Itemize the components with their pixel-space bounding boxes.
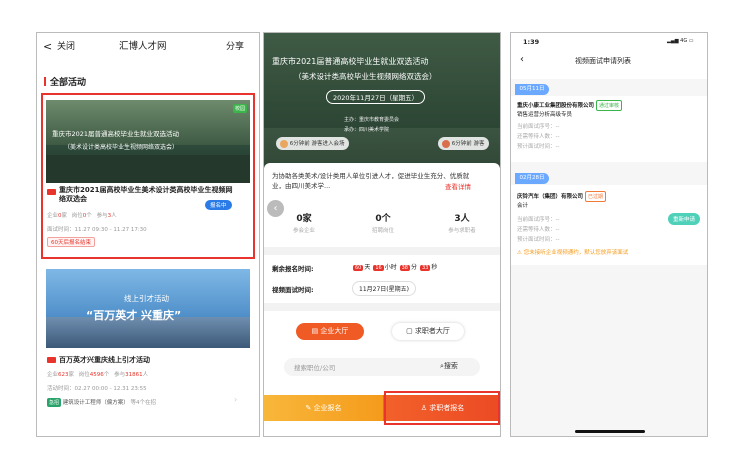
- event-detail-screen: 重庆市2021届普通高校毕业生就业双选活动 （美术设计类高校毕业生视频网络双选会…: [263, 32, 501, 437]
- briefcase-icon: ▢: [406, 327, 413, 335]
- section-title: 全部活动: [50, 78, 87, 88]
- stat-seekers-label: 参与求职者: [448, 228, 476, 234]
- event2-banner-line1: 线上引才活动: [124, 294, 169, 303]
- event1-banner[interactable]: 校园 重庆市2021届普通高校毕业生就业双选活动 （美术设计类高校毕业生视频网络…: [46, 100, 250, 183]
- home-indicator: [575, 430, 645, 433]
- close-button[interactable]: 关闭: [57, 33, 75, 61]
- warning-icon: ⚠: [517, 250, 522, 256]
- stat-companies-label: 参会企业: [292, 228, 315, 234]
- activity-list-screen: < 关闭 汇博人才网 分享 全部活动 校园 重庆市2021届普通高校毕业生就业双…: [36, 32, 260, 437]
- status-badge: 报名中: [205, 200, 232, 210]
- warning-text: ⚠ 您未接听企业视频通约，默认您放弃该面试: [517, 250, 629, 256]
- page-title: 汇博人才网: [119, 41, 167, 52]
- urgent-tag: 急招: [47, 398, 62, 407]
- hero-date: 2020年11月27日（星期五）: [326, 90, 426, 104]
- event1-banner-line2: （美术设计类高校毕业生视频网络双选会）: [64, 144, 179, 151]
- expected-time: 预计面试时间：--: [517, 144, 560, 150]
- status-time: 1:39: [523, 38, 540, 46]
- divider: [264, 303, 500, 311]
- event2-banner-line2: “百万英才 兴重庆”: [86, 309, 182, 322]
- event2-time: 活动时间：02.27 00:00 - 12.31 23:55: [47, 386, 147, 392]
- nav-bar: < 关闭 汇博人才网 分享: [37, 33, 259, 61]
- event2-banner[interactable]: 线上引才活动 “百万英才 兴重庆”: [46, 269, 250, 348]
- chevron-right-icon[interactable]: ›: [234, 395, 237, 404]
- countdown: 60 天 16 小时 38 分 33 秒: [353, 264, 438, 271]
- avatar: [442, 139, 450, 148]
- interview-item[interactable]: 庆铃汽车（集团）有限公司 已过期 会计 当前面试序号：-- 还需等待人数：-- …: [511, 185, 707, 265]
- reapply-button[interactable]: 重新申请: [668, 213, 701, 225]
- view-details-link[interactable]: 查看详情: [445, 181, 471, 191]
- date-chip-1: 05月11日: [515, 84, 549, 95]
- position-name: 会计: [517, 203, 529, 209]
- search-button[interactable]: ⌕搜索: [440, 361, 458, 371]
- video-icon: [47, 189, 56, 195]
- search-bar[interactable]: 搜索职位/公司 ⌕搜索: [284, 358, 480, 376]
- date-chip-2: 02月28日: [515, 173, 549, 184]
- building-icon: ▤: [311, 327, 319, 335]
- back-icon[interactable]: <: [43, 33, 52, 61]
- pencil-icon: ✎: [305, 404, 312, 412]
- tab-seeker-hall[interactable]: ▢ 求职者大厅: [392, 323, 464, 340]
- interview-date: 11月27日(星期五): [352, 281, 416, 296]
- signal-icon: ▂▄▆: [667, 38, 679, 44]
- status-icons: ▂▄▆ 4G ▭: [667, 38, 694, 44]
- interview-list-screen: 1:39 ▂▄▆ 4G ▭ ‹ 视频面试申请列表 05月11日 重庆小康工业集团…: [510, 32, 708, 437]
- ticker-2: 6分钟前 游客: [438, 137, 489, 150]
- event1-banner-line1: 重庆市2021届普通高校毕业生就业双选活动: [52, 130, 180, 138]
- hero-title: 重庆市2021届普通高校毕业生就业双选活动: [272, 57, 429, 66]
- campus-badge: 校园: [232, 104, 247, 113]
- back-icon[interactable]: ‹: [520, 54, 524, 65]
- company-signup-button[interactable]: ✎ 企业报名: [264, 395, 383, 421]
- waiting-count: 还需等待人数：--: [517, 134, 560, 140]
- video-icon: [47, 357, 56, 363]
- company-name: 庆铃汽车（集团）有限公司 已过期: [517, 191, 606, 202]
- tab-company-hall[interactable]: ▤ 企业大厅: [296, 323, 364, 340]
- section-marker: [44, 77, 46, 86]
- queue-number: 当前面试序号：--: [517, 124, 560, 130]
- organizer-host: 主办：重庆市教育委员会: [344, 117, 400, 123]
- divider: [264, 247, 500, 255]
- page-title: 视频面试申请列表: [575, 57, 631, 65]
- share-button[interactable]: 分享: [226, 33, 244, 61]
- event1-stats: 企业0家 岗位0个 参与3人: [47, 213, 117, 219]
- interview-item[interactable]: 重庆小康工业集团股份有限公司 通过审核 销售运营分析高级专员 当前面试序号：--…: [511, 96, 707, 162]
- remaining-time-label: 剩余报名时间:: [272, 265, 314, 273]
- waiting-count: 还需等待人数：--: [517, 227, 560, 233]
- event2-title[interactable]: 百万英才兴重庆线上引才活动: [59, 355, 150, 365]
- event1-time: 面试时间：11.27 09:30 - 11.27 17:30: [47, 227, 147, 233]
- expected-time: 预计面试时间：--: [517, 237, 560, 243]
- hero-subtitle: （美术设计类高校毕业生视频网络双选会）: [294, 72, 437, 81]
- highlight-box: [384, 391, 500, 425]
- position-name: 销售运营分析高级专员: [517, 112, 573, 118]
- stat-seekers-value: 3人: [454, 214, 470, 224]
- stat-jobs-value: 0个: [375, 214, 391, 224]
- ticker-1: 6分钟前 游客进入会场: [276, 137, 349, 150]
- organizer-undertaker: 承办：四川美术学院: [344, 127, 390, 133]
- stat-jobs-label: 招聘岗位: [371, 228, 394, 234]
- event2-job[interactable]: 急招 建筑设计工程师（偏方案） 等4个在招: [47, 398, 156, 407]
- event2-stats: 企业623家 岗位4596个 参与31861人: [47, 372, 149, 378]
- queue-number: 当前面试序号：--: [517, 217, 560, 223]
- avatar: [280, 139, 288, 148]
- stat-companies-value: 0家: [296, 214, 312, 224]
- interview-time-label: 视频面试时间:: [272, 286, 314, 294]
- deadline-badge: 60天后报名结束: [47, 237, 95, 247]
- battery-icon: ▭: [688, 38, 694, 44]
- search-input[interactable]: 搜索职位/公司: [294, 362, 335, 372]
